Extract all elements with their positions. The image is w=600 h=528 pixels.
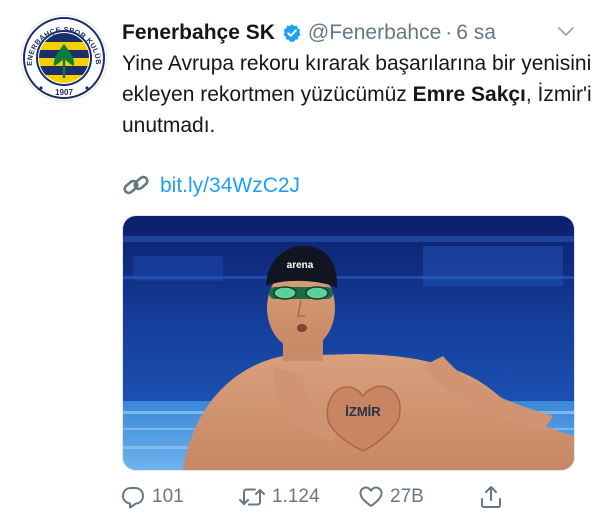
tweet-actions: 101 1.124 27B [120, 482, 590, 512]
arm-writing: İZMİR [345, 404, 381, 419]
heart-icon [359, 486, 383, 507]
share-icon [481, 486, 501, 508]
tweet-text: Yine Avrupa rekoru kırarak başarılarına … [122, 48, 592, 141]
retweet-button[interactable]: 1.124 [238, 482, 320, 512]
mentioned-name: Emre Sakçı [412, 83, 526, 106]
reply-icon [122, 487, 144, 509]
avatar[interactable]: FENERBAHÇE SPOR KULÜBÜ 1907 [17, 7, 108, 102]
logo-year: 1907 [55, 88, 73, 97]
link-chain-icon [123, 175, 149, 195]
verified-badge-icon [283, 24, 301, 43]
tweet-media-image[interactable]: İZMİR arena [122, 215, 575, 471]
swimmer-photo: İZMİR arena [123, 216, 574, 470]
display-name[interactable]: Fenerbahçe SK [122, 21, 275, 45]
link-text[interactable]: bit.ly/34WzC2J [160, 174, 300, 198]
reply-button[interactable]: 101 [120, 482, 184, 512]
tweet-header: Fenerbahçe SK @Fenerbahce · 6 sa [122, 18, 496, 48]
cap-logo-text: arena [287, 260, 314, 271]
tweet-link[interactable]: bit.ly/34WzC2J [122, 172, 300, 200]
separator-dot: · [445, 21, 453, 44]
like-count: 27B [390, 486, 424, 507]
retweet-count: 1.124 [272, 486, 320, 507]
reply-count: 101 [152, 486, 184, 507]
share-button[interactable] [478, 482, 510, 512]
retweet-icon [239, 488, 265, 506]
like-button[interactable]: 27B [358, 482, 424, 512]
timestamp[interactable]: 6 sa [456, 21, 496, 45]
fenerbahce-logo: FENERBAHÇE SPOR KULÜBÜ 1907 [17, 7, 108, 102]
user-handle[interactable]: @Fenerbahce [308, 21, 441, 45]
chevron-down-icon[interactable] [556, 24, 576, 40]
